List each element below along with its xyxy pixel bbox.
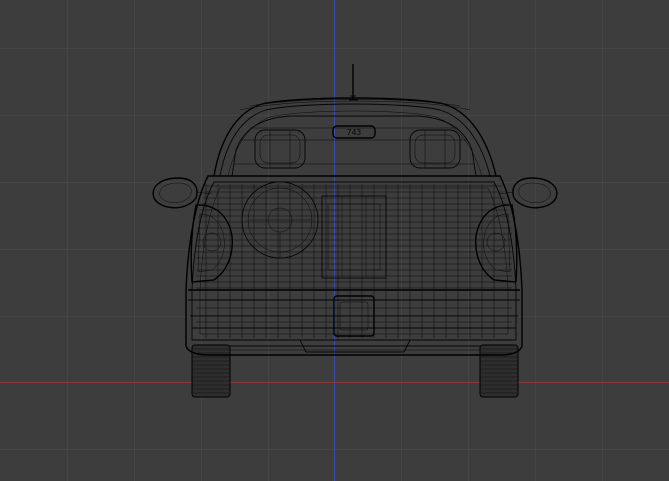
car-wireframe-model[interactable]: 743: [0, 0, 669, 481]
mirror-label: 743: [347, 128, 362, 137]
steering-wheel: [241, 181, 319, 259]
antenna: [349, 64, 358, 101]
cabin-outline: [213, 97, 497, 177]
trunk-hatch-lines: [196, 185, 512, 289]
right-headrest: [409, 129, 461, 169]
license-plate-area: [321, 195, 387, 279]
underbody: [230, 339, 480, 353]
left-rear-tire: [191, 344, 231, 398]
3d-viewport[interactable]: 743: [0, 0, 669, 481]
left-tail-light: [190, 204, 233, 283]
body-vertical-lines: [205, 184, 495, 338]
left-side-mirror: [152, 177, 213, 209]
left-headrest: [254, 129, 306, 169]
rear-window: [231, 115, 477, 177]
right-rear-tire: [479, 344, 519, 398]
